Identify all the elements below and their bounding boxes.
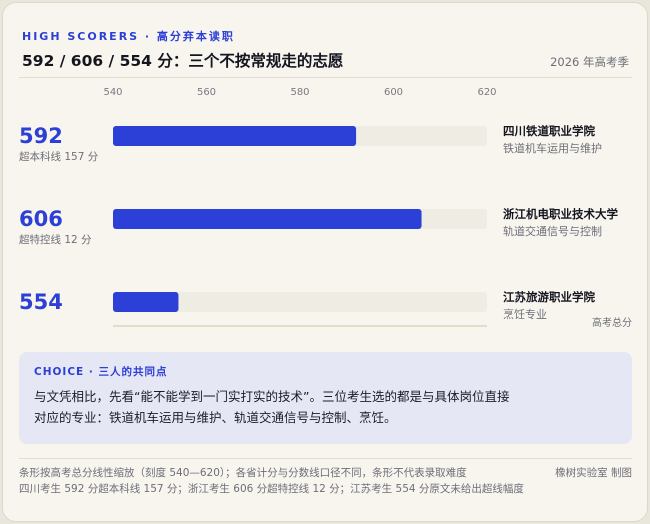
choice-line-1: 与文凭相比，先看“能不能学到一门实打实的技术”。三位考生选的都是与具体岗位直接 — [34, 389, 510, 404]
choice-panel: CHOICE · 三人的共同点 与文凭相比，先看“能不能学到一门实打实的技术”。… — [19, 352, 632, 444]
score-note: 超本科线 157 分 — [19, 150, 99, 163]
x-tick-label: 560 — [197, 87, 216, 98]
score-value: 592 — [19, 124, 63, 148]
footer-divider — [19, 458, 632, 459]
x-axis-label: 高考总分 — [592, 316, 632, 329]
footer-credit: 橡树实验室 制图 — [555, 467, 632, 479]
score-bar — [113, 292, 179, 312]
school-name: 江苏旅游职业学院 — [503, 290, 595, 304]
score-bar — [113, 126, 357, 146]
x-tick-label: 580 — [290, 87, 309, 98]
x-tick-label: 600 — [384, 87, 403, 98]
score-bar-chart: 540 560 580 600 620 592 超本科线 157 分 四川铁道职业学院铁道机车… — [19, 87, 632, 329]
school-name: 四川铁道职业学院 — [503, 124, 595, 138]
choice-heading: CHOICE · 三人的共同点 — [34, 366, 168, 378]
score-value: 554 — [19, 290, 63, 314]
major-name: 铁道机车运用与维护 — [503, 141, 602, 155]
season-label: 2026 年高考季 — [550, 55, 629, 69]
school-name: 浙江机电职业技术大学 — [503, 207, 618, 221]
header-divider — [19, 77, 632, 78]
footer-note-1: 条形按高考总分线性缩放（刻度 540—620）；各省计分与分数线口径不同，条形不… — [19, 467, 467, 479]
footer-notes: 条形按高考总分线性缩放（刻度 540—620）；各省计分与分数线口径不同，条形不… — [19, 465, 524, 497]
footer-note-2: 四川考生 592 分超本科线 157 分；浙江考生 606 分超特控线 12 分… — [19, 483, 524, 495]
x-tick-label: 620 — [477, 87, 496, 98]
page-title: 592 / 606 / 554 分：三个不按常规走的志愿 — [22, 52, 344, 70]
kicker: HIGH SCORERS · 高分弃本读职 — [22, 30, 235, 43]
score-value: 606 — [19, 207, 63, 231]
score-bar — [113, 209, 422, 229]
choice-body: 与文凭相比，先看“能不能学到一门实打实的技术”。三位考生选的都是与具体岗位直接 … — [34, 386, 509, 428]
x-tick-label: 540 — [103, 87, 122, 98]
choice-line-2: 对应的专业：铁道机车运用与维护、轨道交通信号与控制、烹饪。 — [34, 410, 397, 425]
score-note: 超特控线 12 分 — [19, 233, 92, 246]
major-name: 轨道交通信号与控制 — [503, 224, 602, 238]
major-name: 烹饪专业 — [503, 307, 547, 321]
